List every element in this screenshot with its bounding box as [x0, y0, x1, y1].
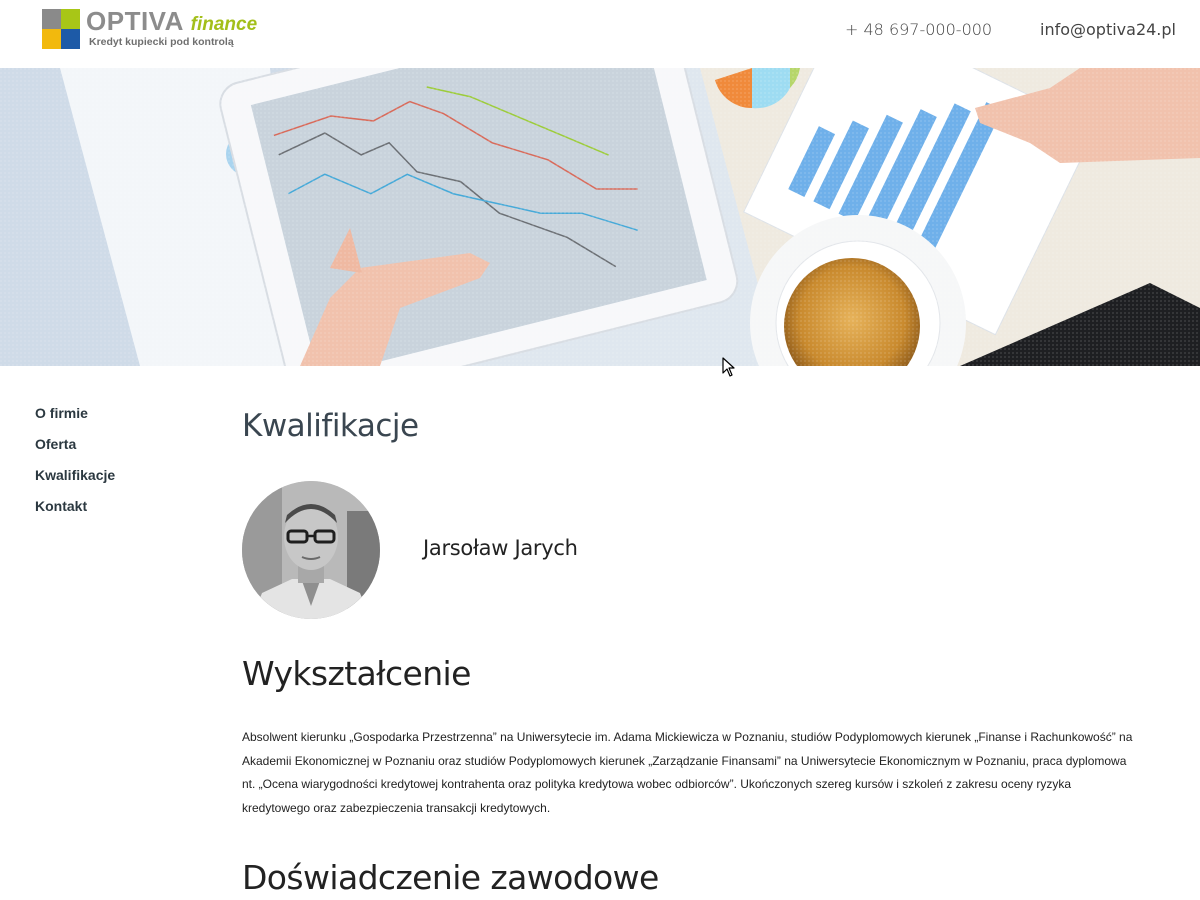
page-title: Kwalifikacje	[242, 408, 419, 444]
sidebar-item-kontakt[interactable]: Kontakt	[35, 497, 195, 528]
hero-banner	[0, 68, 1200, 366]
site-header: OPTIVA finance Kredyt kupiecki pod kontr…	[0, 0, 1200, 68]
education-text: Absolwent kierunku „Gospodarka Przestrze…	[242, 730, 1133, 815]
logo-tagline: Kredyt kupiecki pod kontrolą	[89, 36, 234, 48]
logo[interactable]: OPTIVA finance Kredyt kupiecki pod kontr…	[42, 6, 282, 53]
hero-image	[0, 68, 1200, 366]
mouse-cursor-icon	[722, 357, 735, 377]
sidebar-item-o-firmie[interactable]: O firmie	[35, 404, 195, 435]
section-heading-experience: Doświadczenie zawodowe	[242, 858, 659, 897]
phone-link[interactable]: + 48 697-000-000	[845, 20, 992, 39]
sidebar-item-oferta[interactable]: Oferta	[35, 435, 195, 466]
avatar	[242, 481, 380, 619]
sidebar-nav: O firmie Oferta Kwalifikacje Kontakt	[35, 404, 195, 528]
logo-mark-icon	[42, 9, 80, 49]
logo-name: OPTIVA finance	[86, 6, 258, 36]
email-link[interactable]: info@optiva24.pl	[1040, 20, 1176, 39]
person-name: Jarsoław Jarych	[423, 536, 578, 560]
section-heading-education: Wykształcenie	[242, 654, 471, 693]
sidebar-item-kwalifikacje[interactable]: Kwalifikacje	[35, 466, 195, 497]
person-photo	[242, 481, 380, 619]
